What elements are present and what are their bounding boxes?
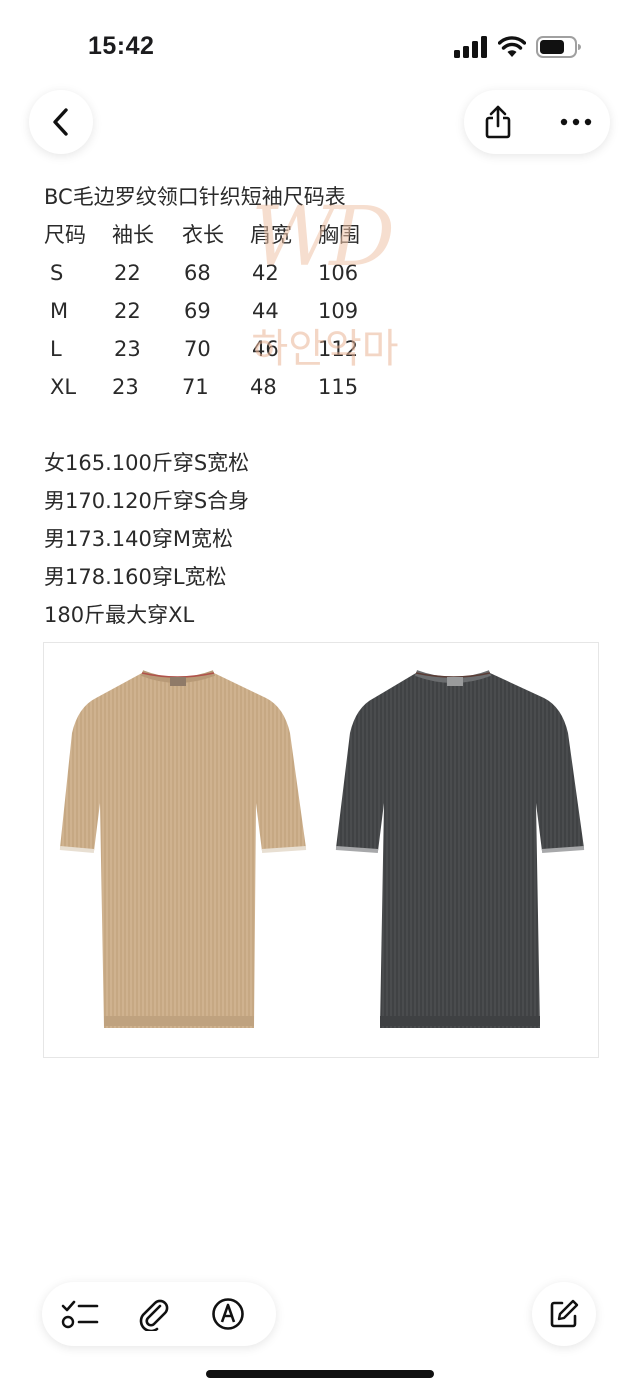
fit-note-line: 男173.140穿M宽松 [44, 527, 233, 551]
product-image[interactable] [43, 642, 599, 1058]
bottom-tools-pill [42, 1282, 276, 1346]
sweater-illustration [59, 670, 585, 1028]
table-header-cell: 尺码 [44, 223, 86, 247]
table-cell: 48 [250, 375, 277, 399]
grey-sweater [335, 670, 585, 1028]
compose-button[interactable] [532, 1282, 596, 1346]
size-chart-table: 尺码 袖长 衣长 肩宽 胸围 S 22 68 42 106 M 22 69 44… [44, 216, 398, 406]
cellular-signal-icon [454, 36, 487, 58]
table-cell: S [50, 261, 64, 285]
table-header-cell: 肩宽 [250, 223, 292, 247]
table-cell: XL [50, 375, 77, 399]
note-body[interactable]: BC毛边罗纹领口针织短袖尺码表 尺码 袖长 衣长 肩宽 胸围 S 22 68 4… [44, 178, 604, 634]
table-cell: 106 [318, 261, 359, 285]
checklist-icon [61, 1300, 99, 1329]
table-cell: 70 [184, 337, 211, 361]
fit-notes: 女165.100斤穿S宽松 男170.120斤穿S合身 男173.140穿M宽松… [44, 444, 604, 634]
status-bar: 15:42 [0, 0, 640, 90]
markup-button[interactable] [196, 1282, 260, 1346]
top-actions-pill [464, 90, 610, 154]
table-cell: 46 [252, 337, 279, 361]
table-cell: 112 [318, 337, 359, 361]
table-cell: 42 [252, 261, 279, 285]
table-cell: M [50, 299, 69, 323]
table-cell: 115 [318, 375, 359, 399]
ellipsis-icon [560, 118, 592, 126]
home-indicator[interactable] [206, 1370, 434, 1378]
table-header-cell: 胸围 [318, 223, 360, 247]
status-icons [454, 36, 582, 58]
attachment-button[interactable] [122, 1282, 186, 1346]
table-cell: 109 [318, 299, 359, 323]
table-cell: 23 [114, 337, 141, 361]
status-time: 15:42 [88, 32, 155, 60]
table-header-row: 尺码 袖长 衣长 肩宽 胸围 [44, 216, 398, 254]
fit-note-line: 男178.160穿L宽松 [44, 565, 227, 589]
chevron-left-icon [53, 108, 68, 136]
table-header-cell: 衣长 [182, 223, 224, 247]
note-title: BC毛边罗纹领口针织短袖尺码表 [44, 185, 346, 209]
wifi-icon [498, 36, 526, 57]
share-icon [485, 105, 511, 139]
fit-note-line: 180斤最大穿XL [44, 603, 195, 627]
table-header-cell: 袖长 [112, 223, 154, 247]
back-button[interactable] [29, 90, 93, 154]
table-cell: 22 [114, 299, 141, 323]
fit-note-line: 女165.100斤穿S宽松 [44, 451, 250, 475]
table-row: L 23 70 46 112 [44, 330, 398, 368]
more-button[interactable] [544, 90, 608, 154]
table-cell: 22 [114, 261, 141, 285]
compose-icon [550, 1299, 579, 1328]
table-row: S 22 68 42 106 [44, 254, 398, 292]
table-cell: 69 [184, 299, 211, 323]
table-cell: 23 [112, 375, 139, 399]
fit-note-line: 男170.120斤穿S合身 [44, 489, 250, 513]
table-cell: 44 [252, 299, 279, 323]
table-cell: L [50, 337, 62, 361]
beige-sweater [59, 670, 307, 1028]
share-button[interactable] [466, 90, 530, 154]
paperclip-icon [139, 1299, 169, 1331]
table-cell: 68 [184, 261, 211, 285]
checklist-button[interactable] [48, 1282, 112, 1346]
battery-icon [536, 36, 581, 58]
pen-circle-icon [212, 1298, 244, 1330]
table-row: M 22 69 44 109 [44, 292, 398, 330]
table-row: XL 23 71 48 115 [44, 368, 398, 406]
table-cell: 71 [182, 375, 209, 399]
